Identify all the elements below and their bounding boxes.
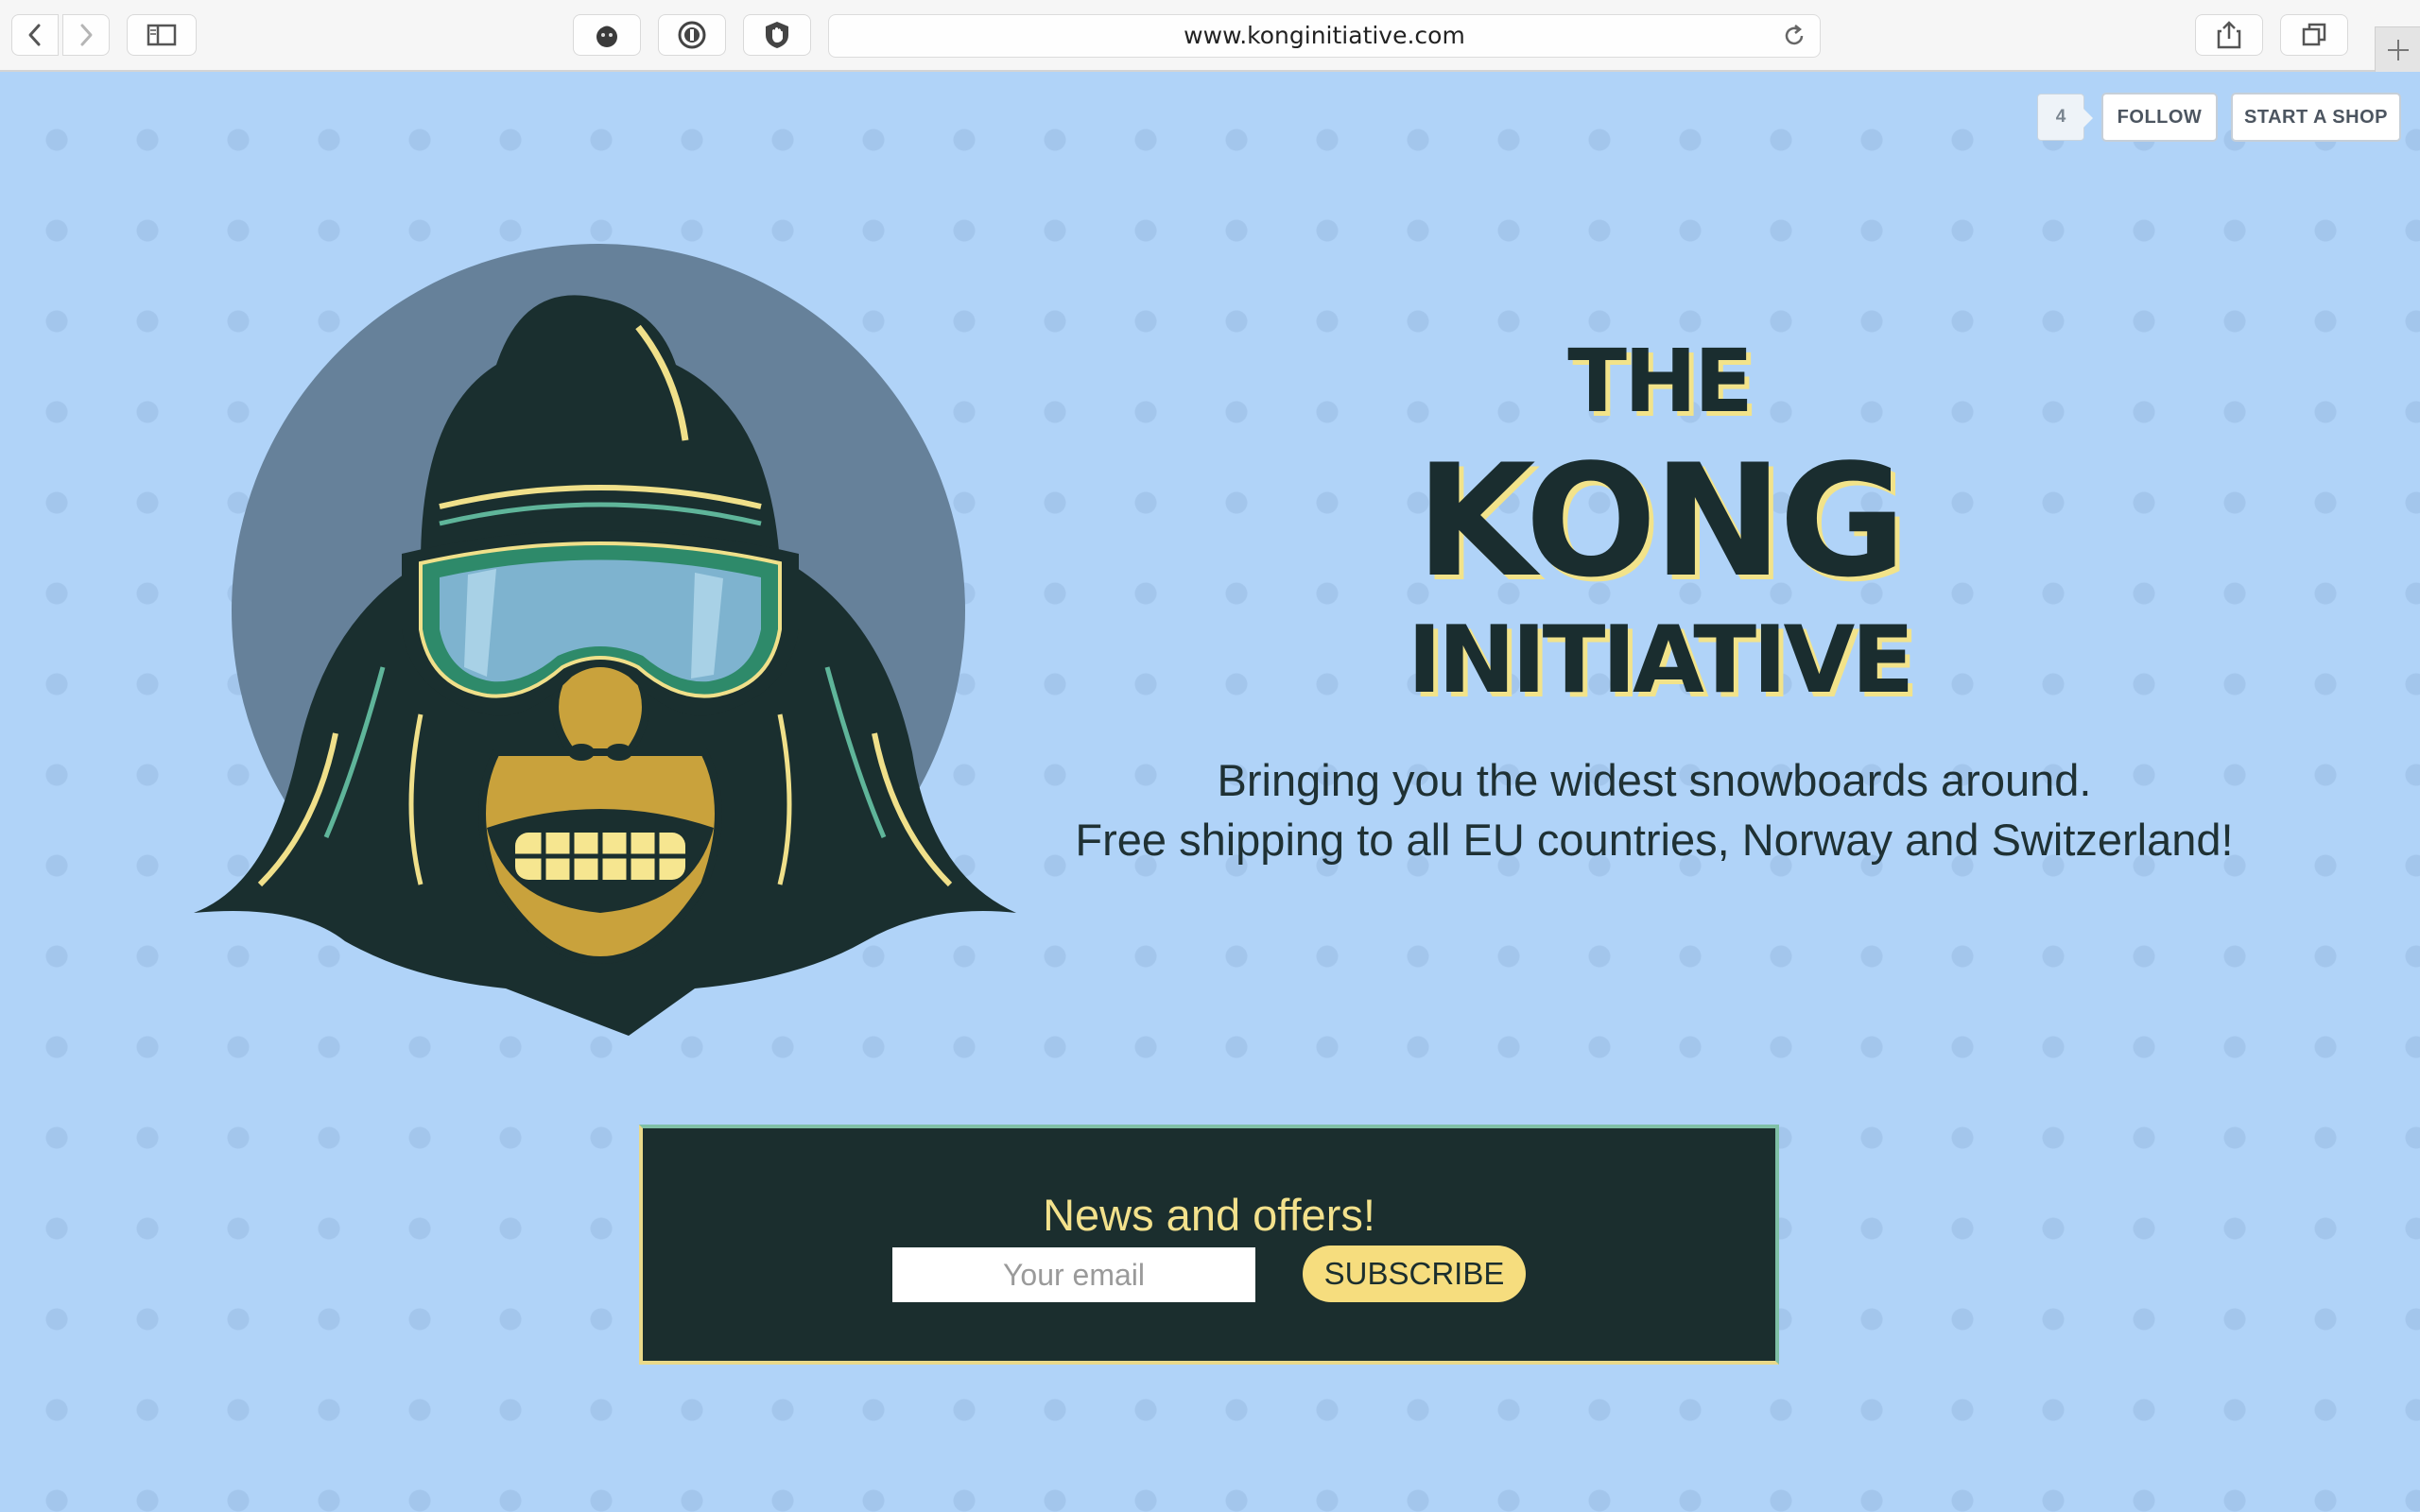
share-button[interactable] (2195, 14, 2263, 56)
tagline-line-1: Bringing you the widest snowboards aroun… (1217, 755, 2092, 805)
password-manager-button[interactable] (658, 14, 726, 56)
title-line-kong: KONG (1415, 431, 1907, 611)
adblock-button[interactable] (743, 14, 811, 56)
forward-button[interactable] (62, 14, 110, 56)
newsletter-heading: News and offers! (1043, 1190, 1375, 1240)
site-title: THE KONG INITIATIVE (1390, 331, 1928, 714)
forward-arrow-icon (80, 24, 93, 46)
tagline-line-2: Free shipping to all EU countries, Norwa… (1075, 815, 2234, 865)
extension-button[interactable] (573, 14, 641, 56)
extension-icon (596, 26, 617, 47)
start-shop-button[interactable]: START A SHOP (2231, 93, 2401, 142)
password-icon (678, 21, 706, 49)
sidebar-button[interactable] (127, 14, 197, 56)
title-line-initiative: INITIATIVE (1407, 607, 1915, 714)
address-bar[interactable]: www.konginitiative.com (828, 14, 1821, 58)
reload-icon[interactable] (1782, 24, 1806, 48)
adblock-icon (766, 22, 788, 48)
new-tab-button[interactable] (2375, 26, 2420, 72)
browser-toolbar: www.konginitiative.com (0, 0, 2420, 72)
email-input[interactable] (892, 1247, 1255, 1302)
tagline: Bringing you the widest snowboards aroun… (1040, 750, 2269, 869)
back-arrow-icon (28, 24, 41, 46)
subscribe-button[interactable]: SUBSCRIBE (1303, 1246, 1526, 1302)
new-tab-icon (2387, 39, 2409, 60)
sidebar-icon (147, 24, 177, 46)
url-text: www.konginitiative.com (1184, 22, 1465, 49)
page-content: 4 FOLLOW START A SHOP THE KONG INITIATIV… (0, 72, 2420, 1512)
kong-gorilla-logo (194, 244, 1016, 1036)
title-line-the: THE (1567, 331, 1754, 432)
tabs-overview-button[interactable] (2280, 14, 2348, 56)
follow-count-badge: 4 (2037, 94, 2093, 141)
newsletter-box: News and offers! SUBSCRIBE (639, 1125, 1779, 1365)
follow-button[interactable]: FOLLOW (2101, 93, 2218, 142)
tabs-icon (2302, 23, 2326, 46)
share-icon (2217, 21, 2241, 49)
back-button[interactable] (11, 14, 59, 56)
